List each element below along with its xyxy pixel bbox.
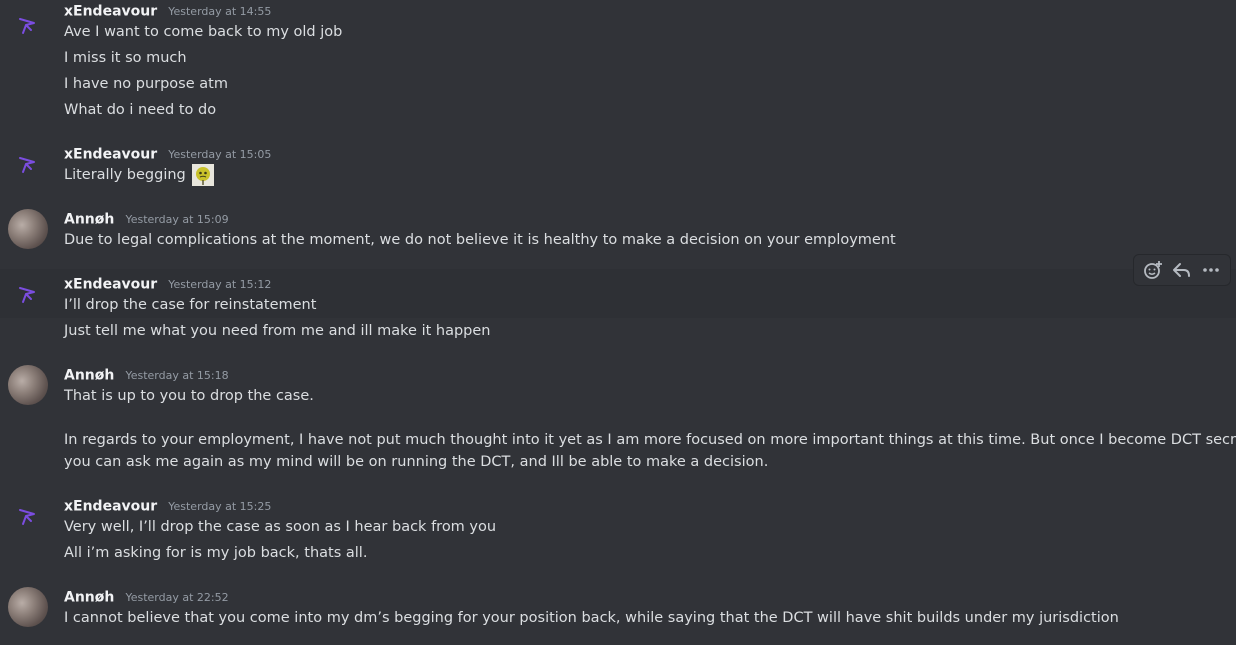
add-reaction-icon: [1143, 261, 1162, 279]
message-text: What do i need to do: [64, 102, 217, 118]
username[interactable]: Annøh: [64, 368, 114, 384]
xendeavour-logo-icon: [19, 157, 35, 173]
message-hover-toolbar: [1133, 254, 1231, 286]
username[interactable]: xEndeavour: [64, 147, 157, 163]
avatar[interactable]: [8, 5, 48, 45]
avatar[interactable]: [8, 209, 48, 249]
avatar[interactable]: [8, 144, 48, 184]
message-text: Ave I want to come back to my old job: [64, 24, 343, 40]
timestamp[interactable]: Yesterday at 15:05: [168, 148, 271, 161]
add-reaction-button[interactable]: [1140, 257, 1166, 283]
timestamp[interactable]: Yesterday at 15:25: [168, 500, 271, 513]
reply-button[interactable]: [1169, 257, 1195, 283]
message-text: I’ll drop the case for reinstatement: [64, 297, 317, 313]
username[interactable]: xEndeavour: [64, 499, 157, 515]
avatar[interactable]: [8, 365, 48, 405]
message-header: Annøh Yesterday at 22:52: [64, 587, 229, 607]
avatar[interactable]: [8, 587, 48, 627]
message-text: Just tell me what you need from me and i…: [64, 323, 491, 339]
message-header: Annøh Yesterday at 15:18: [64, 365, 229, 385]
message-text: Due to legal complications at the moment…: [64, 232, 896, 248]
message-text: That is up to you to drop the case.: [64, 388, 314, 404]
timestamp[interactable]: Yesterday at 14:55: [168, 5, 271, 18]
more-options-button[interactable]: [1198, 257, 1224, 283]
timestamp[interactable]: Yesterday at 15:12: [168, 278, 271, 291]
message-text-content: Literally begging: [64, 167, 186, 183]
message-header: xEndeavour Yesterday at 15:12: [64, 274, 271, 294]
message-text: All i’m asking for is my job back, thats…: [64, 545, 368, 561]
username[interactable]: Annøh: [64, 590, 114, 606]
username[interactable]: xEndeavour: [64, 4, 157, 20]
more-icon: [1203, 268, 1220, 272]
reply-icon: [1172, 263, 1190, 277]
avatar[interactable]: [8, 496, 48, 536]
message-text: In regards to your employment, I have no…: [64, 432, 1236, 448]
message-text: I miss it so much: [64, 50, 187, 66]
message-text: you can ask me again as my mind will be …: [64, 454, 769, 470]
message-text: Literally begging: [64, 164, 215, 186]
timestamp[interactable]: Yesterday at 22:52: [125, 591, 228, 604]
pleading-emoji-icon[interactable]: [192, 164, 215, 186]
message-header: xEndeavour Yesterday at 15:25: [64, 496, 271, 516]
message-header: xEndeavour Yesterday at 14:55: [64, 1, 271, 21]
username[interactable]: Annøh: [64, 212, 114, 228]
username[interactable]: xEndeavour: [64, 277, 157, 293]
chat-message-list: xEndeavour Yesterday at 14:55 Ave I want…: [0, 0, 1236, 645]
message-text: I cannot believe that you come into my d…: [64, 610, 1119, 626]
avatar[interactable]: [8, 274, 48, 314]
timestamp[interactable]: Yesterday at 15:09: [125, 213, 228, 226]
xendeavour-logo-icon: [19, 287, 35, 303]
message-header: Annøh Yesterday at 15:09: [64, 209, 229, 229]
message-text: I have no purpose atm: [64, 76, 228, 92]
xendeavour-logo-icon: [19, 509, 35, 525]
timestamp[interactable]: Yesterday at 15:18: [125, 369, 228, 382]
message-header: xEndeavour Yesterday at 15:05: [64, 144, 271, 164]
xendeavour-logo-icon: [19, 18, 35, 34]
message-text: Very well, I’ll drop the case as soon as…: [64, 519, 497, 535]
